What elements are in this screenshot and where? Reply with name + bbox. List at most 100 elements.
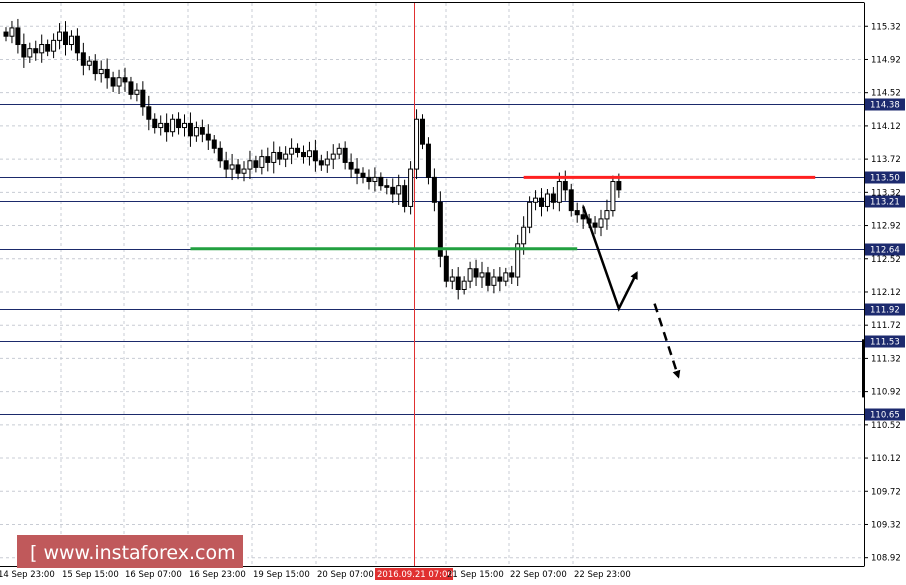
candle-bear <box>443 255 449 282</box>
y-tick-label: 112.12 <box>871 288 901 298</box>
candle-bear <box>74 35 80 54</box>
candle-bear <box>568 189 574 212</box>
candle-bear <box>15 27 21 46</box>
candle-bear <box>104 68 110 79</box>
candle-bear <box>217 147 223 162</box>
candle-bull <box>241 168 247 174</box>
candle-bear <box>455 276 461 290</box>
candle-bull <box>86 60 92 66</box>
candle-bear <box>425 143 431 178</box>
x-tick-label: 21 Sep 15:00 <box>447 570 504 580</box>
candle-bear <box>187 122 193 137</box>
time-axis: 14 Sep 23:00 15 Sep 15:00 16 Sep 07:00 16 S… <box>0 568 631 580</box>
candle-bear <box>164 122 170 133</box>
candle-bear <box>110 77 116 87</box>
candle-bear <box>485 272 491 286</box>
candle-bear <box>318 160 324 166</box>
candle-bull <box>158 122 164 129</box>
x-tick-label: 19 Sep 15:00 <box>253 570 310 580</box>
candle-bear <box>574 210 580 216</box>
candle-bull <box>39 44 45 54</box>
y-tick-label: 111.32 <box>871 354 901 364</box>
candle-bear <box>616 181 622 191</box>
candle-bull <box>9 27 15 37</box>
candle-bull <box>283 153 289 160</box>
candle-bear <box>509 272 515 278</box>
candle-bull <box>461 280 467 290</box>
candle-bull <box>336 147 342 155</box>
y-tick-label: 108.92 <box>871 554 901 564</box>
candle-bull <box>556 181 562 203</box>
candle-bear <box>205 133 211 141</box>
candle-bear <box>295 147 301 153</box>
candle-bull <box>414 118 420 170</box>
y-tick-label: 115.32 <box>871 22 901 32</box>
support-resistance-zones <box>190 175 816 251</box>
candle-bear <box>384 185 390 188</box>
candle-bear <box>277 151 283 160</box>
candle-bear <box>176 118 182 129</box>
candle-bull <box>527 201 533 228</box>
candle-bear <box>497 276 503 282</box>
level-label: 111.53 <box>870 338 900 348</box>
candle-bull <box>259 156 265 168</box>
candle-bull <box>306 150 312 158</box>
candle-bear <box>301 151 306 158</box>
y-tick-label: 111.72 <box>871 321 901 331</box>
candle-bull <box>604 210 610 220</box>
x-tick-label: 15 Sep 15:00 <box>62 570 119 580</box>
x-tick-label: 22 Sep 07:00 <box>510 570 567 580</box>
candle-bear <box>366 176 372 183</box>
y-tick-label: 114.12 <box>871 122 901 132</box>
candle-bull <box>533 197 539 203</box>
candle-bull <box>193 127 199 137</box>
y-tick-label: 112.52 <box>871 255 901 265</box>
price-chart[interactable]: 115.32114.92114.52114.12113.72113.32112.… <box>0 0 906 585</box>
candle-bull <box>182 122 187 129</box>
candle-bull <box>544 193 550 207</box>
candle-bull <box>449 276 455 282</box>
candle-bear <box>378 176 384 187</box>
candle-bear <box>420 118 425 145</box>
candle-bull <box>271 151 277 163</box>
candle-bear <box>33 48 39 54</box>
candle-bear <box>402 185 408 207</box>
candle-bear <box>21 44 27 58</box>
candle-bear <box>92 60 98 75</box>
y-tick-label: 109.72 <box>871 487 901 497</box>
candle-bear <box>360 172 366 178</box>
level-label: 113.21 <box>870 198 900 208</box>
candle-bull <box>408 168 414 207</box>
candle-bear <box>3 31 9 37</box>
forecast-arrow-dashed <box>653 303 681 379</box>
candle-bull <box>116 77 122 87</box>
candle-bear <box>128 81 134 95</box>
candle-bull <box>68 35 74 46</box>
y-tick-label: 110.92 <box>871 388 901 398</box>
candle-bull <box>467 268 473 282</box>
candle-bear <box>562 181 568 191</box>
candle-bull <box>289 147 295 155</box>
candle-bear <box>431 176 437 203</box>
candle-bull <box>324 158 330 166</box>
y-tick-label: 112.92 <box>871 222 901 232</box>
candle-bull <box>51 39 57 52</box>
candle-bull <box>521 226 527 245</box>
x-tick-label: 20 Sep 07:00 <box>317 570 374 580</box>
candle-bear <box>235 164 241 174</box>
horizontal-levels <box>0 104 864 415</box>
candle-bull <box>491 276 497 286</box>
x-tick-label: 2016.09.21 07:00 <box>377 570 453 580</box>
candle-bull <box>247 160 253 170</box>
candle-bear <box>223 160 229 170</box>
y-tick-label: 114.52 <box>871 89 901 99</box>
candle-bear <box>265 156 271 163</box>
candle-bull <box>170 118 176 133</box>
watermark: [ www.instaforex.com ] <box>17 535 249 568</box>
candle-bear <box>539 197 544 207</box>
y-tick-label: 109.32 <box>871 520 901 530</box>
candle-bull <box>330 153 336 160</box>
candle-bear <box>122 77 128 83</box>
candle-bull <box>396 185 402 195</box>
candle-bull <box>229 164 235 170</box>
